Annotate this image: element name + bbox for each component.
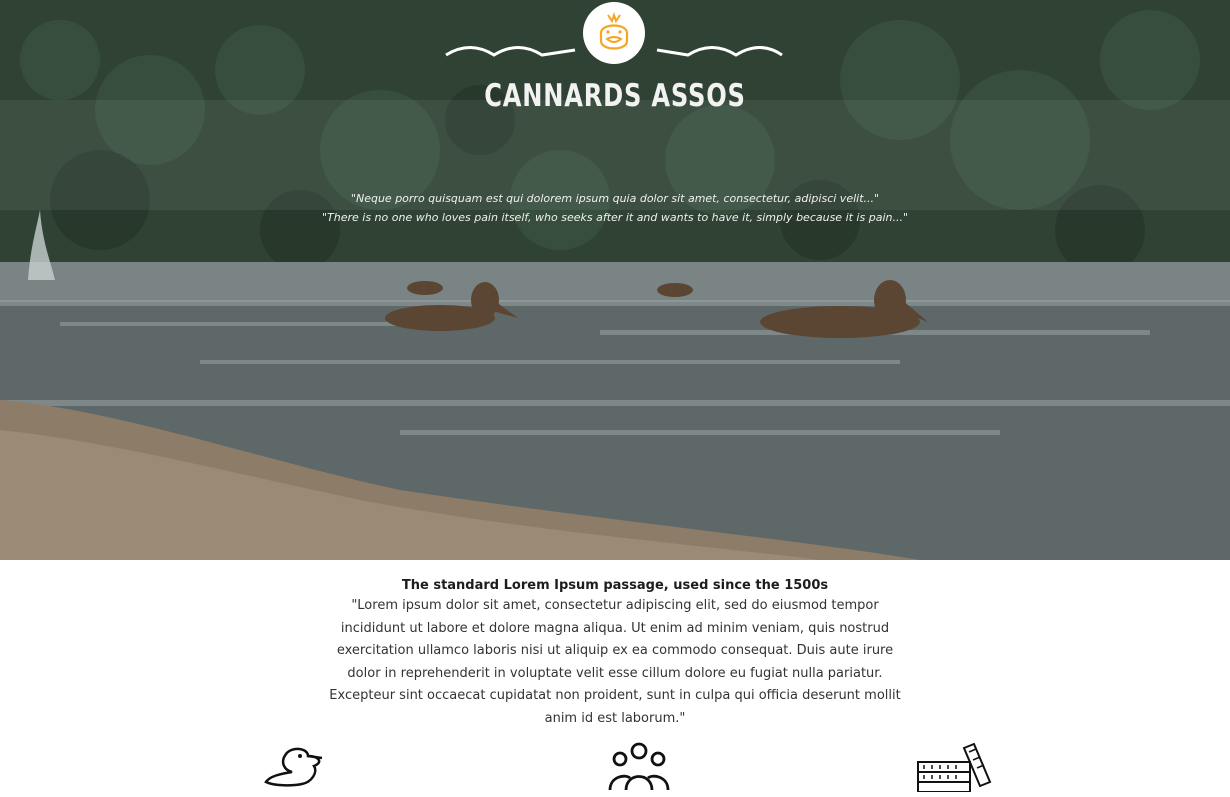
duck-face-icon: [599, 11, 629, 50]
intro-heading: The standard Lorem Ipsum passage, used s…: [401, 578, 829, 593]
site-title: CANNARDS ASSOS: [484, 78, 746, 114]
hero-quote-line-2: "There is no one who loves pain itself, …: [321, 211, 909, 224]
intro-section: The standard Lorem Ipsum passage, used s…: [0, 560, 1230, 730]
money-stack-icon: [917, 742, 992, 792]
group-icon: [608, 742, 670, 791]
logo-badge: [583, 2, 645, 64]
site-logo[interactable]: CANNARDS ASSOS: [0, 0, 1230, 130]
hero-banner: CANNARDS ASSOS "Neque porro quisquam est…: [0, 0, 1230, 560]
hero-quote-line-1: "Neque porro quisquam est qui dolorem ip…: [350, 192, 880, 205]
intro-body: "Lorem ipsum dolor sit amet, consectetur…: [329, 598, 901, 726]
features-row: [0, 730, 1230, 792]
duck-icon: [264, 747, 323, 787]
